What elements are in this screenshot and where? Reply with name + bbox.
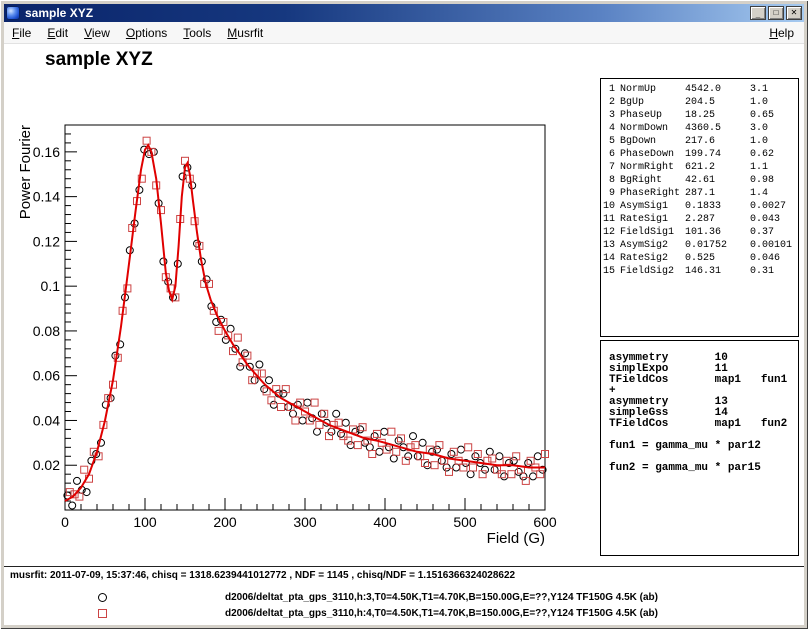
legend-label: d2006/deltat_pta_gps_3110,h:4,T0=4.50K,T… bbox=[225, 608, 658, 619]
app-window: sample XYZ _ □ ✕ File Edit View Options … bbox=[0, 0, 808, 629]
menu-view[interactable]: View bbox=[76, 26, 118, 40]
window-title: sample XYZ bbox=[25, 6, 750, 20]
parameter-row: 10AsymSig10.18330.0027 bbox=[603, 200, 798, 213]
svg-text:0.02: 0.02 bbox=[33, 457, 60, 473]
menubar: File Edit View Options Tools Musrfit Hel… bbox=[4, 22, 804, 44]
parameter-row: 14RateSig20.5250.046 bbox=[603, 252, 798, 265]
fit-status-line: musrfit: 2011-07-09, 15:37:46, chisq = 1… bbox=[10, 570, 515, 581]
fit-curve bbox=[65, 145, 545, 501]
statusbar-divider bbox=[4, 566, 804, 567]
parameter-row: 5BgDown217.61.0 bbox=[603, 135, 798, 148]
legend-entry-2: d2006/deltat_pta_gps_3110,h:4,T0=4.50K,T… bbox=[98, 607, 658, 619]
close-button[interactable]: ✕ bbox=[786, 6, 802, 20]
parameter-row: 9PhaseRight287.11.4 bbox=[603, 187, 798, 200]
parameter-box: 1NormUp4542.03.12BgUp204.51.03PhaseUp18.… bbox=[600, 78, 799, 337]
menu-musrfit[interactable]: Musrfit bbox=[219, 26, 271, 40]
theory-box: asymmetry 10simplExpo 11TFieldCos map1 f… bbox=[600, 340, 799, 556]
parameter-row: 13AsymSig20.017520.00101 bbox=[603, 239, 798, 252]
titlebar[interactable]: sample XYZ _ □ ✕ bbox=[4, 4, 804, 22]
root-canvas[interactable]: sample XYZ 01002003004005006000.020.040.… bbox=[4, 44, 804, 625]
svg-text:0.1: 0.1 bbox=[41, 278, 61, 294]
svg-text:600: 600 bbox=[533, 514, 557, 530]
svg-text:200: 200 bbox=[213, 514, 237, 530]
svg-text:0.06: 0.06 bbox=[33, 368, 60, 384]
plot-frame bbox=[65, 125, 545, 510]
maximize-icon: □ bbox=[774, 9, 779, 17]
theory-line: fun1 = gamma_mu * par12 bbox=[609, 441, 798, 452]
parameter-row: 7NormRight621.21.1 bbox=[603, 161, 798, 174]
maximize-button[interactable]: □ bbox=[768, 6, 784, 20]
parameter-row: 2BgUp204.51.0 bbox=[603, 96, 798, 109]
theory-line: fun2 = gamma_mu * par15 bbox=[609, 463, 798, 474]
svg-text:0: 0 bbox=[61, 514, 69, 530]
parameter-row: 8BgRight42.610.98 bbox=[603, 174, 798, 187]
legend-label: d2006/deltat_pta_gps_3110,h:3,T0=4.50K,T… bbox=[225, 592, 658, 603]
window-controls: _ □ ✕ bbox=[750, 6, 802, 20]
svg-text:0.14: 0.14 bbox=[33, 189, 60, 205]
parameter-row: 12FieldSig1101.360.37 bbox=[603, 226, 798, 239]
y-axis: 0.02 0.04 0.06 0.08 0.1 0.12 0.14 0.16 bbox=[33, 125, 77, 510]
parameter-row: 3PhaseUp18.250.65 bbox=[603, 109, 798, 122]
x-axis-title: Field (G) bbox=[487, 530, 545, 547]
parameter-row: 4NormDown4360.53.0 bbox=[603, 122, 798, 135]
parameter-row: 1NormUp4542.03.1 bbox=[603, 83, 798, 96]
menu-file[interactable]: File bbox=[4, 26, 39, 40]
parameter-row: 6PhaseDown199.740.62 bbox=[603, 148, 798, 161]
x-axis: 0 100 200 300 400 500 600 bbox=[61, 498, 557, 530]
svg-text:400: 400 bbox=[373, 514, 397, 530]
minimize-button[interactable]: _ bbox=[750, 6, 766, 20]
open-circle-icon bbox=[98, 593, 107, 602]
parameter-row: 11RateSig12.2870.043 bbox=[603, 213, 798, 226]
open-square-icon bbox=[98, 609, 107, 618]
svg-text:100: 100 bbox=[133, 514, 157, 530]
legend-entry-1: d2006/deltat_pta_gps_3110,h:3,T0=4.50K,T… bbox=[98, 591, 658, 603]
y-axis-title: Power Fourier bbox=[17, 125, 34, 219]
parameter-row: 15FieldSig2146.310.31 bbox=[603, 265, 798, 278]
svg-text:0.12: 0.12 bbox=[33, 233, 60, 249]
minimize-icon: _ bbox=[756, 11, 760, 19]
svg-text:500: 500 bbox=[453, 514, 477, 530]
svg-text:300: 300 bbox=[293, 514, 317, 530]
menu-options[interactable]: Options bbox=[118, 26, 175, 40]
svg-text:0.04: 0.04 bbox=[33, 412, 60, 428]
app-icon bbox=[6, 6, 20, 20]
svg-text:0.16: 0.16 bbox=[33, 144, 60, 160]
menu-help[interactable]: Help bbox=[761, 26, 804, 40]
svg-text:0.08: 0.08 bbox=[33, 323, 60, 339]
close-icon: ✕ bbox=[791, 9, 798, 17]
theory-line: TFieldCos map1 fun1 bbox=[609, 375, 798, 386]
theory-line: TFieldCos map1 fun2 bbox=[609, 419, 798, 430]
menu-tools[interactable]: Tools bbox=[175, 26, 219, 40]
menu-edit[interactable]: Edit bbox=[39, 26, 76, 40]
